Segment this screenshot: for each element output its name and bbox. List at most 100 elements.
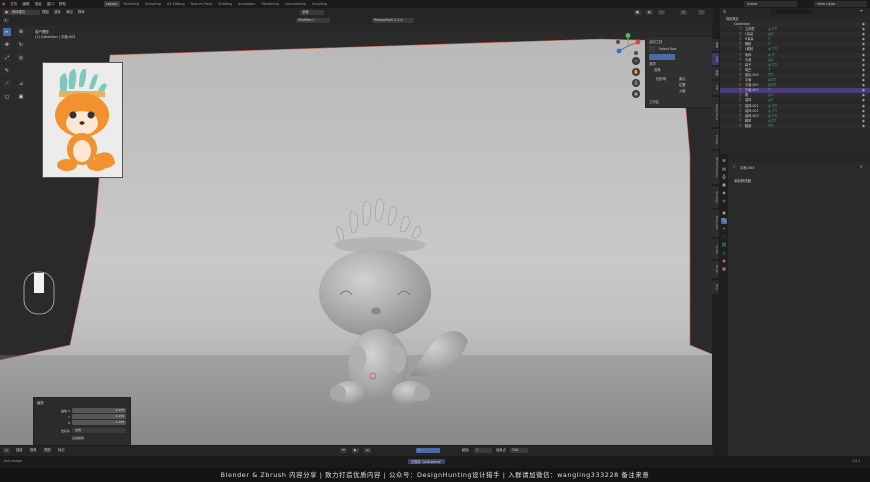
current-frame-field[interactable]: 1: [416, 448, 440, 453]
add-modifier-button[interactable]: 添加修改器: [734, 178, 751, 183]
extrude-tool-icon[interactable]: ▣: [17, 93, 25, 101]
tab-modeling[interactable]: Modeling: [122, 1, 141, 7]
menu-window[interactable]: 窗口: [47, 1, 54, 7]
select-mode-buttons[interactable]: [649, 54, 675, 60]
pin-icon[interactable]: ⚲: [860, 165, 862, 169]
sidebar-tab[interactable]: RetopoFlow: [712, 97, 719, 128]
overlays-icon[interactable]: ◎: [680, 10, 687, 15]
active-tool-header[interactable]: 活动工具: [649, 39, 662, 44]
eye-icon[interactable]: ◉: [862, 124, 865, 129]
select-box-icon[interactable]: [649, 46, 655, 52]
retopoflow-button[interactable]: RetopoFlow 3.3.0: [372, 18, 414, 23]
tab-shading[interactable]: Shading: [216, 1, 234, 7]
transform-orientation-dropdown[interactable]: 全局: [300, 10, 324, 15]
scale-y-field[interactable]: 1.135: [72, 414, 126, 419]
xray-icon[interactable]: ▢: [698, 10, 706, 15]
transform-subheader[interactable]: 变换: [654, 67, 661, 72]
viewport-shading-material-icon[interactable]: ◐: [646, 10, 653, 15]
tab-rendering[interactable]: Rendering: [259, 1, 280, 7]
tool-properties-icon[interactable]: ⚒: [721, 158, 727, 164]
scene-selector[interactable]: Scene: [744, 1, 797, 7]
rotate-tool-icon[interactable]: ↻: [17, 41, 25, 49]
menu-file[interactable]: 文件: [10, 1, 17, 7]
sidebar-tab[interactable]: 工具: [712, 53, 719, 65]
modifier-properties-icon[interactable]: 🔧: [721, 218, 727, 224]
menu-edit[interactable]: 编辑: [22, 1, 29, 7]
sidebar-tab[interactable]: Create: [712, 129, 719, 149]
locations-checkbox[interactable]: 位置: [679, 82, 686, 87]
outliner-row[interactable]: ▽ 腿部 ▽▽ ◉: [720, 123, 870, 129]
menu-help[interactable]: 帮助: [59, 1, 66, 7]
particles-icon[interactable]: ✶: [721, 226, 727, 232]
sidebar-tab[interactable]: BoxCutter: [712, 209, 719, 238]
menu-view[interactable]: 视图: [40, 10, 51, 15]
outliner-editor-icon[interactable]: ☰: [723, 10, 726, 14]
sidebar-tab[interactable]: Misc: [712, 279, 719, 295]
mode-dropdown[interactable]: 物体模式: [10, 10, 40, 15]
render-properties-icon[interactable]: ▤: [721, 166, 727, 172]
last-operator-title[interactable]: 缩放: [37, 400, 44, 405]
annotate-tool-icon[interactable]: ✎: [3, 67, 11, 75]
material-properties-icon[interactable]: ●: [721, 258, 727, 264]
play-icon[interactable]: ▶: [352, 448, 359, 453]
perspective-toggle-icon[interactable]: ▦: [632, 90, 640, 98]
sidebar-tab[interactable]: 视图: [712, 67, 719, 79]
ruler-tool-icon[interactable]: ⊿: [17, 80, 25, 88]
scale-tool-icon[interactable]: ⤢: [3, 54, 11, 62]
scale-x-field[interactable]: 1.135: [72, 408, 126, 413]
sidebar-tab[interactable]: Edit: [712, 81, 719, 96]
world-properties-icon[interactable]: ◍: [721, 198, 727, 204]
add-cube-tool-icon[interactable]: ◻: [3, 93, 11, 101]
scene-properties-icon[interactable]: ◈: [721, 190, 727, 196]
tab-uv-editing[interactable]: UV Editing: [165, 1, 187, 7]
timeline-editor-icon[interactable]: ◷: [3, 448, 10, 453]
tab-scripting[interactable]: Scripting: [310, 1, 329, 7]
view-layer-icon[interactable]: ▦: [721, 182, 727, 188]
texture-properties-icon[interactable]: ▩: [721, 266, 727, 272]
transform-tool-icon[interactable]: ◎: [17, 54, 25, 62]
proportional-edit-checkbox[interactable]: 衰减编辑: [72, 436, 84, 440]
tool-settings-icon[interactable]: ▸: [3, 18, 9, 23]
data-properties-icon[interactable]: △: [721, 250, 727, 256]
jump-start-icon[interactable]: ⏮: [340, 448, 347, 453]
modifier-icon[interactable]: ▽▽: [768, 124, 773, 129]
menu-render[interactable]: 渲染: [35, 1, 42, 7]
tab-texture-paint[interactable]: Texture Paint: [189, 1, 215, 7]
start-frame-field[interactable]: 1: [474, 448, 492, 453]
sidebar-tab[interactable]: HardOps: [712, 185, 719, 208]
cursor-tool-icon[interactable]: ⊕: [17, 28, 25, 36]
workspace-header[interactable]: 工作区: [649, 99, 659, 104]
timeline-playback-menu[interactable]: 回放: [14, 448, 25, 453]
constraints-icon[interactable]: ⛓: [721, 242, 727, 248]
blender-logo-icon[interactable]: ◉: [2, 1, 5, 7]
tab-compositing[interactable]: Compositing: [283, 1, 308, 7]
zoom-icon[interactable]: ⌕: [632, 57, 640, 65]
parents-checkbox[interactable]: 父级: [679, 88, 686, 93]
menu-select[interactable]: 选择: [52, 10, 63, 15]
sidebar-tab[interactable]: 项目: [712, 39, 719, 51]
sidebar-tab[interactable]: Sculpt: [712, 239, 719, 259]
view-layer-selector[interactable]: View Layer: [814, 1, 867, 7]
navigation-gizmo[interactable]: [614, 33, 642, 59]
object-properties-icon[interactable]: ▣: [721, 210, 727, 216]
sidebar-tab[interactable]: Brush: [712, 260, 719, 278]
select-box-tool-icon[interactable]: ▸: [3, 28, 11, 36]
outliner-search-input[interactable]: [772, 9, 812, 14]
camera-view-icon[interactable]: ⎙: [632, 79, 640, 87]
timeline-keying-menu[interactable]: 抠像: [28, 448, 39, 453]
origins-checkbox[interactable]: 原点: [679, 76, 686, 81]
timeline-view-menu[interactable]: 视图: [42, 448, 53, 453]
physics-icon[interactable]: ◌: [721, 234, 727, 240]
menu-object[interactable]: 物体: [76, 10, 87, 15]
tab-layout[interactable]: Layout: [104, 1, 120, 7]
sidebar-tab[interactable]: MESHmachine: [712, 151, 719, 184]
modifier-tool-dropdown[interactable]: Modifier.1: [296, 18, 330, 23]
pan-hand-icon[interactable]: ✋: [632, 68, 640, 76]
viewport-shading-rendered-icon[interactable]: ○: [658, 10, 665, 15]
menu-add[interactable]: 添加: [64, 10, 75, 15]
output-properties-icon[interactable]: ⎙: [721, 174, 727, 180]
3d-viewport[interactable]: ▸ ⊕ ✥ ↻ ⤢ ◎ ✎ ⟋ ⊿ ◻ ▣ 用户透视 (1) Collectio…: [0, 25, 714, 445]
measure-tool-icon[interactable]: ⟋: [3, 80, 11, 88]
orientation-dropdown[interactable]: 全局: [72, 428, 126, 433]
tab-animation[interactable]: Animation: [236, 1, 257, 7]
